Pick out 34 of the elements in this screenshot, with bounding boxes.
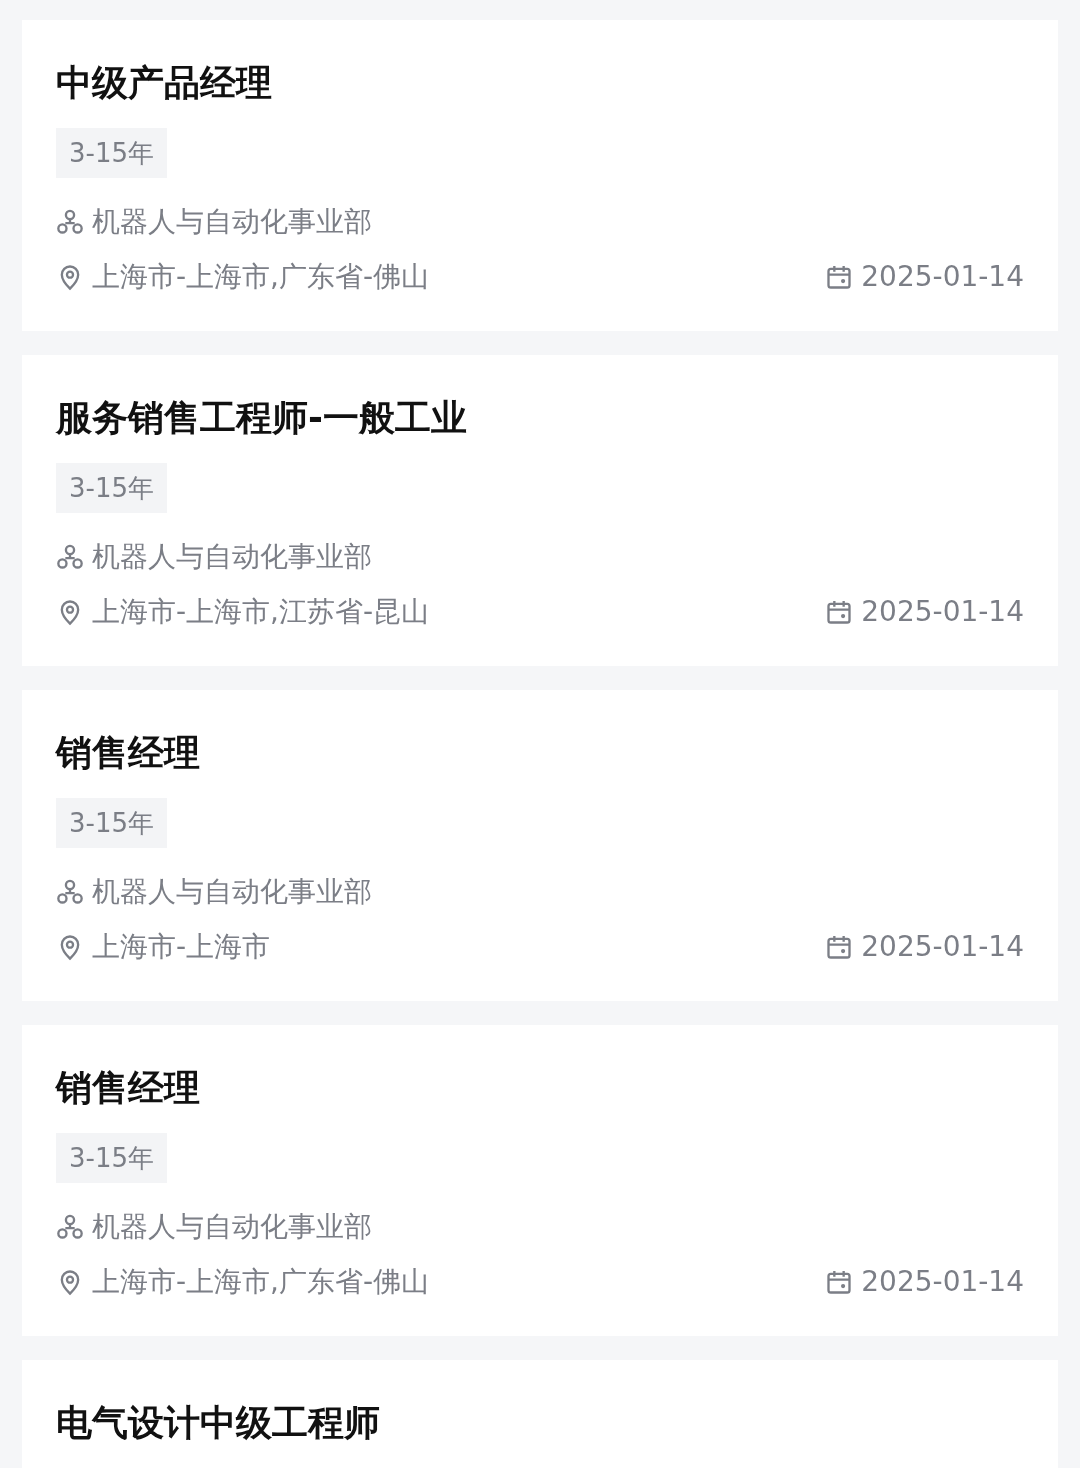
experience-tag: 3-15年 bbox=[56, 128, 167, 178]
job-title: 中级产品经理 bbox=[56, 61, 273, 105]
experience-tag: 3-15年 bbox=[56, 798, 167, 848]
job-title: 电气设计中级工程师 bbox=[56, 1401, 381, 1445]
location-text: 上海市-上海市,广东省-佛山 bbox=[92, 259, 430, 295]
org-chart-icon bbox=[56, 208, 84, 236]
org-chart-icon bbox=[56, 878, 84, 906]
calendar-icon bbox=[825, 263, 854, 291]
location-text: 上海市-上海市 bbox=[92, 929, 271, 965]
location-text: 上海市-上海市,江苏省-昆山 bbox=[92, 594, 430, 630]
org-chart-icon bbox=[56, 1213, 84, 1241]
job-card[interactable]: 中级产品经理 3-15年 机器人与自动化事业部 上海市-上海市,广东省-佛山 2025-01-14 bbox=[22, 20, 1058, 331]
calendar-icon bbox=[825, 598, 854, 626]
department-text: 机器人与自动化事业部 bbox=[92, 874, 372, 910]
job-title: 服务销售工程师-一般工业 bbox=[56, 396, 468, 440]
location-text: 上海市-上海市,广东省-佛山 bbox=[92, 1264, 430, 1300]
job-card[interactable]: 服务销售工程师-一般工业 3-15年 机器人与自动化事业部 上海市-上海市,江苏省-昆山 2025-01-14 bbox=[22, 355, 1058, 666]
date-text: 2025-01-14 bbox=[861, 259, 1024, 295]
department-text: 机器人与自动化事业部 bbox=[92, 1209, 372, 1245]
department-text: 机器人与自动化事业部 bbox=[92, 539, 372, 575]
date-text: 2025-01-14 bbox=[861, 1264, 1024, 1300]
job-card[interactable]: 电气设计中级工程师 bbox=[22, 1360, 1058, 1468]
org-chart-icon bbox=[56, 543, 84, 571]
job-title: 销售经理 bbox=[56, 731, 201, 775]
calendar-icon bbox=[825, 933, 854, 961]
experience-tag: 3-15年 bbox=[56, 1133, 167, 1183]
experience-tag: 3-15年 bbox=[56, 463, 167, 513]
job-card[interactable]: 销售经理 3-15年 机器人与自动化事业部 上海市-上海市,广东省-佛山 2025-01-14 bbox=[22, 1025, 1058, 1336]
job-card[interactable]: 销售经理 3-15年 机器人与自动化事业部 上海市-上海市 2025-01-14 bbox=[22, 690, 1058, 1001]
department-text: 机器人与自动化事业部 bbox=[92, 204, 372, 240]
calendar-icon bbox=[825, 1268, 854, 1296]
date-text: 2025-01-14 bbox=[861, 594, 1024, 630]
job-title: 销售经理 bbox=[56, 1066, 201, 1110]
date-text: 2025-01-14 bbox=[861, 929, 1024, 965]
